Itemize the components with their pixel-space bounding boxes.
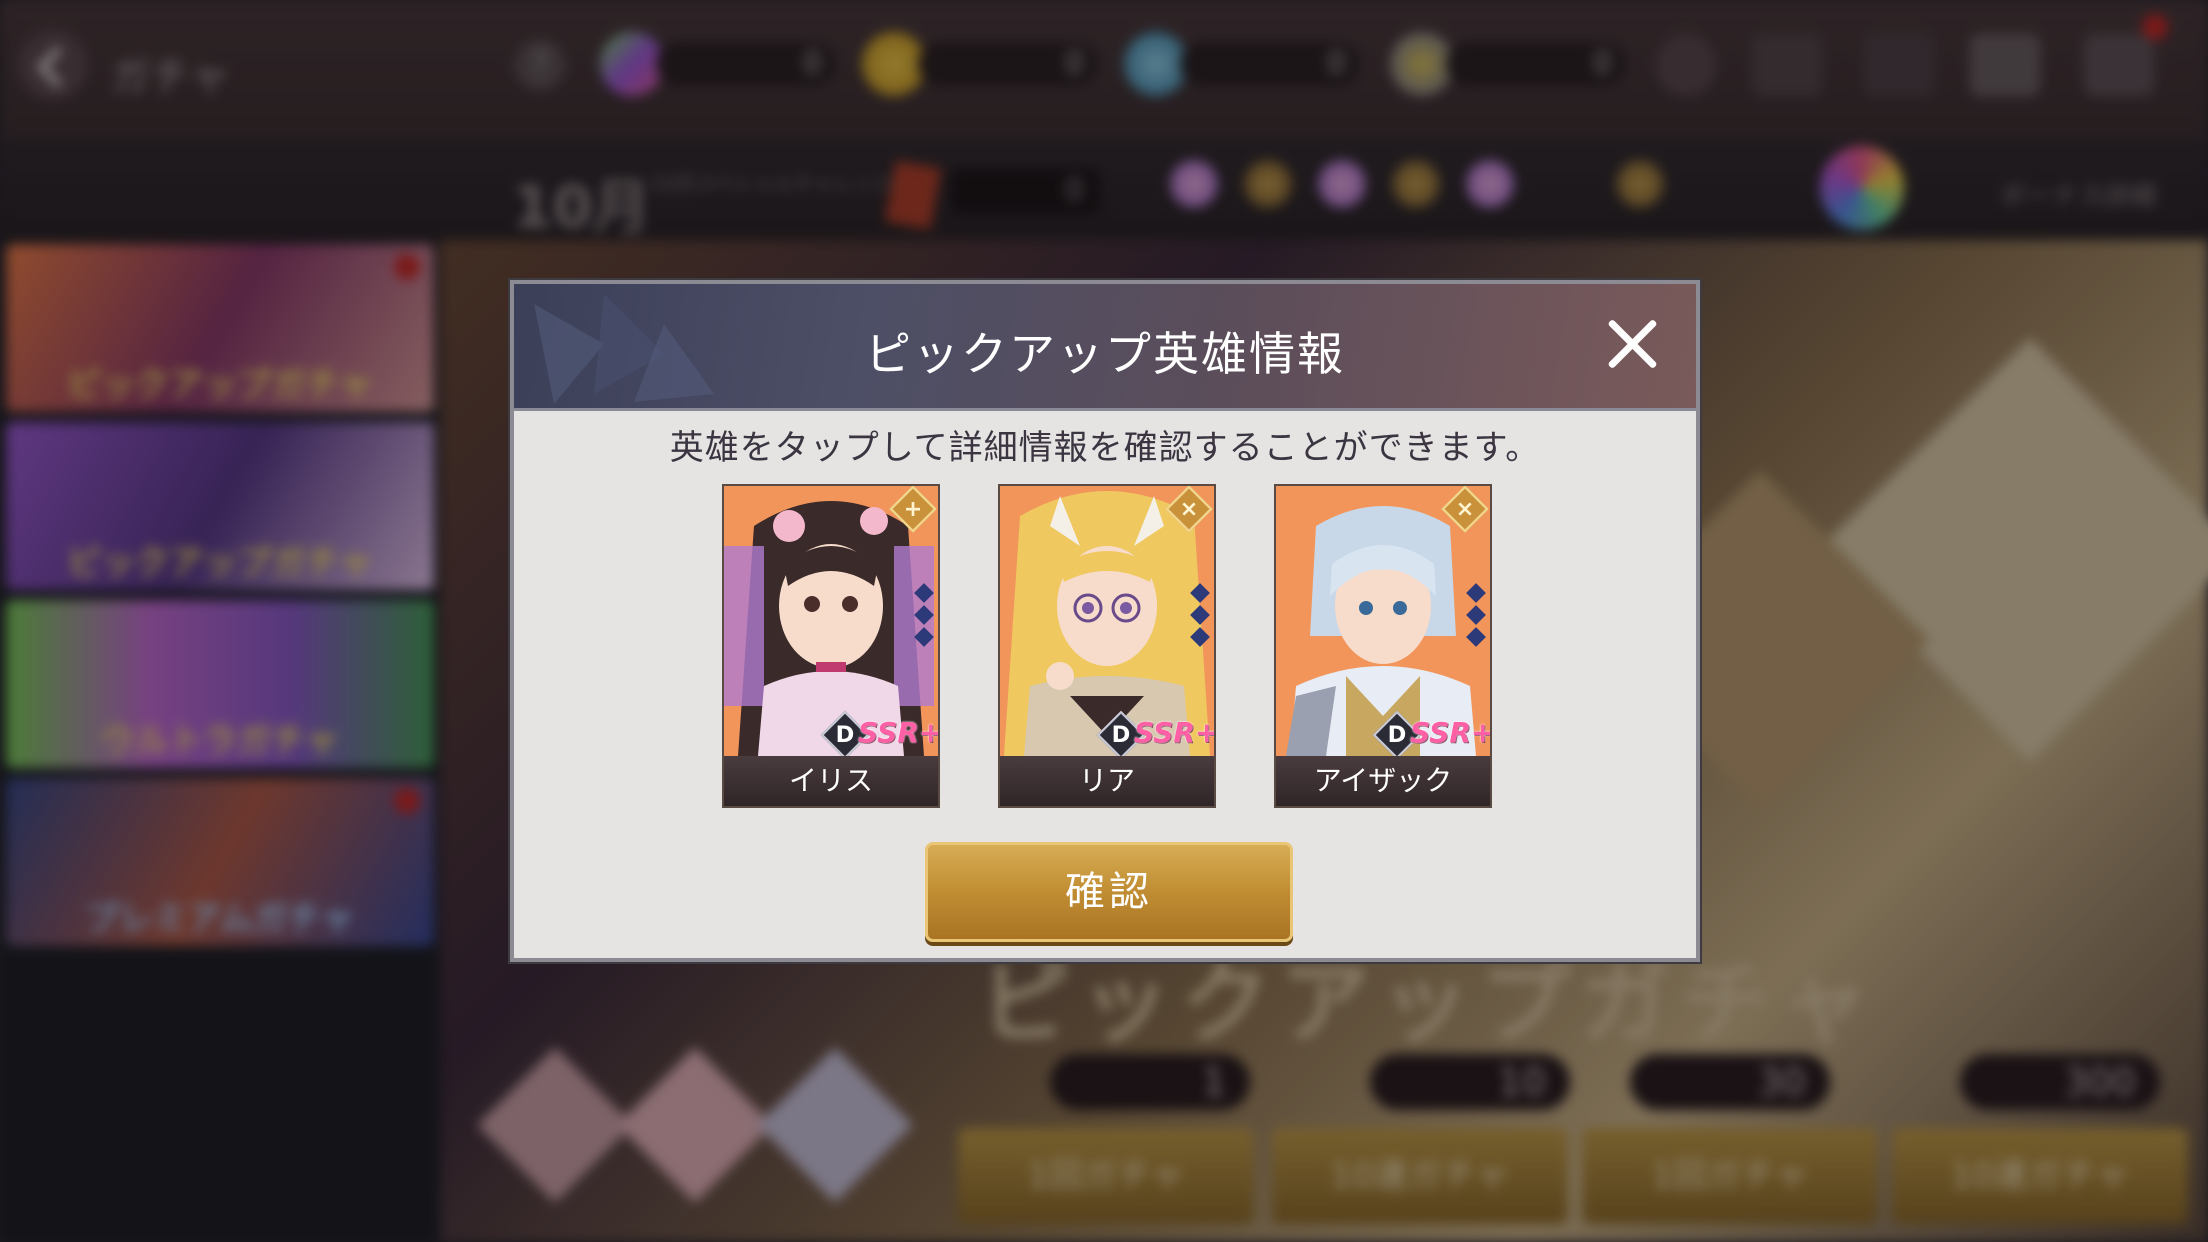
star-pips <box>1190 580 1210 652</box>
dialog-title: ピックアップ英雄情報 <box>865 327 1345 381</box>
star-pips <box>914 580 934 652</box>
hero-portrait: × D SSR+ <box>1276 486 1490 756</box>
hero-card-iris[interactable]: + D SSR+ イリス <box>722 484 940 808</box>
rarity-label: SSR+ <box>1134 716 1214 749</box>
hero-card-ria[interactable]: × D SSR+ リア <box>998 484 1216 808</box>
pickup-hero-dialog: ピックアップ英雄情報 英雄をタップして詳細情報を確認することができます。 + D… <box>510 280 1700 962</box>
dialog-header: ピックアップ英雄情報 <box>514 284 1696 411</box>
hero-card-isaac[interactable]: × D SSR+ アイザック <box>1274 484 1492 808</box>
dialog-message: 英雄をタップして詳細情報を確認することができます。 <box>669 428 1541 468</box>
confirm-button[interactable]: 確認 <box>925 842 1293 942</box>
close-icon[interactable] <box>1602 314 1662 374</box>
rarity-badge: D SSR+ <box>1372 710 1490 756</box>
hero-portrait: × D SSR+ <box>1000 486 1214 756</box>
rarity-badge: D SSR+ <box>820 710 938 756</box>
rarity-label: SSR+ <box>1410 716 1490 749</box>
hero-name: アイザック <box>1276 756 1490 806</box>
hero-portrait: + D SSR+ <box>724 486 938 756</box>
star-pips <box>1466 580 1486 652</box>
rarity-badge: D SSR+ <box>1096 710 1214 756</box>
hero-name: リア <box>1000 756 1214 806</box>
hero-name: イリス <box>724 756 938 806</box>
rarity-label: SSR+ <box>858 716 938 749</box>
